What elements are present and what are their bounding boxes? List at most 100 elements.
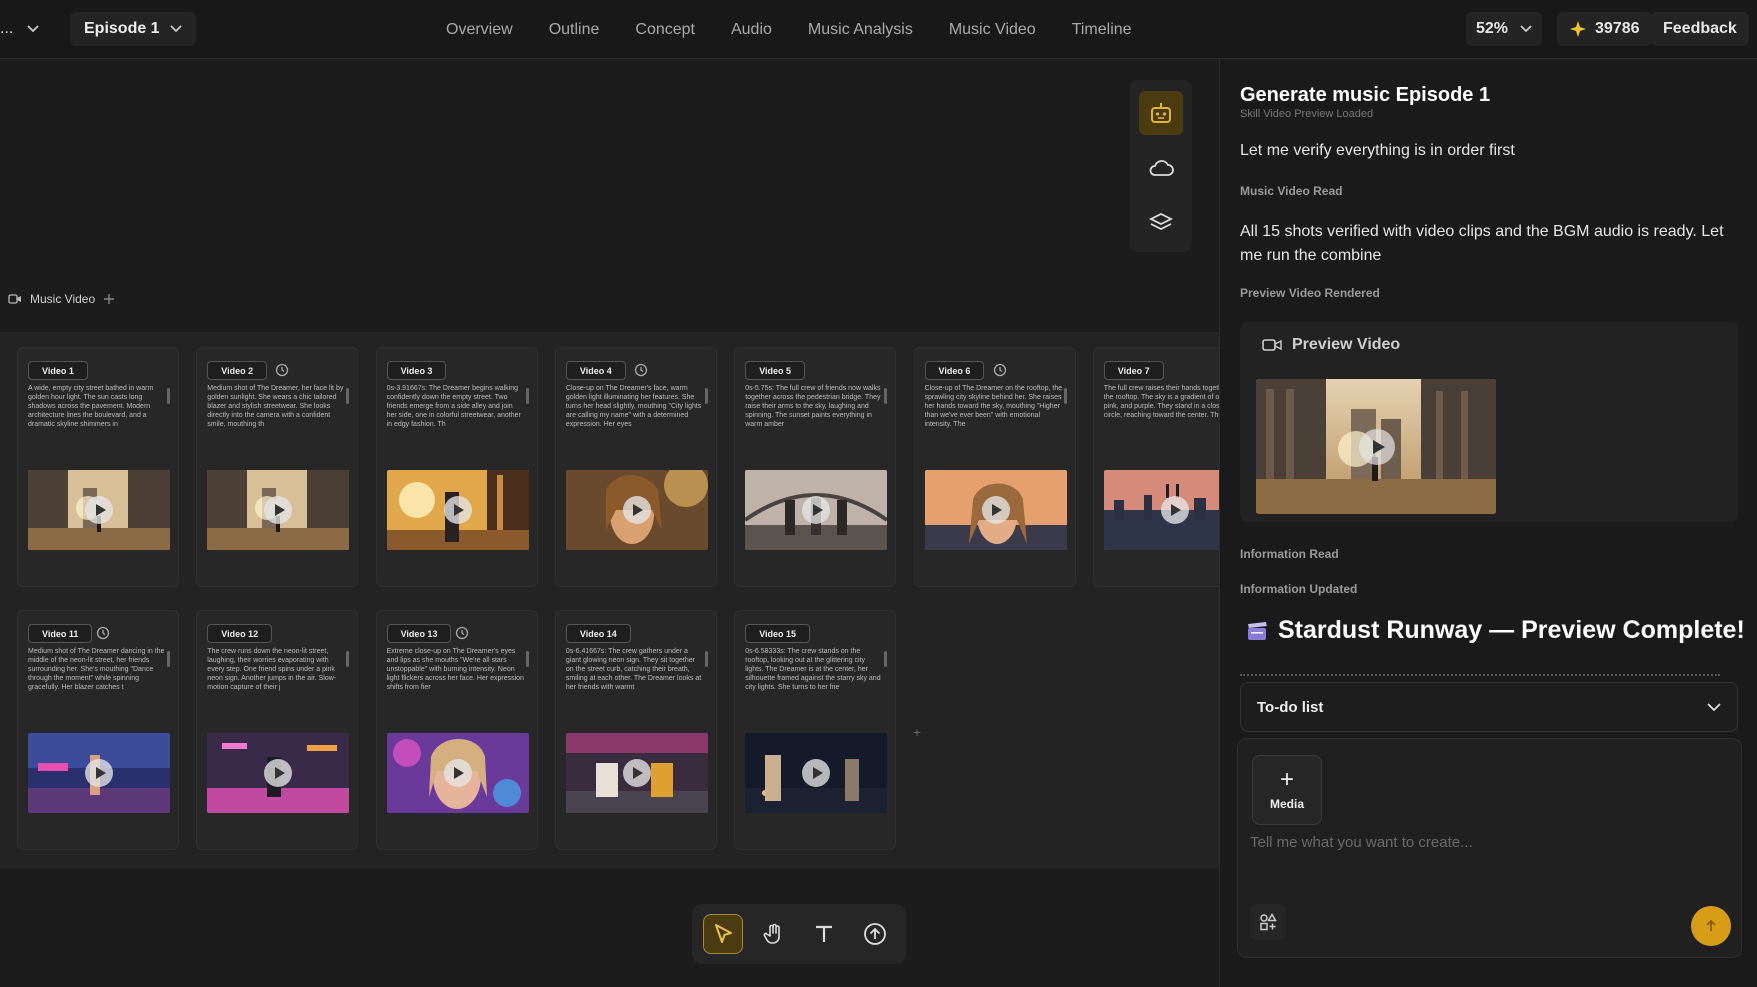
- video-card[interactable]: Video 12 The crew runs down the neon-lit …: [196, 610, 359, 850]
- plus-icon: +: [1279, 766, 1294, 793]
- video-card-description: Medium shot of The Dreamer, her face lit…: [207, 385, 344, 428]
- video-card[interactable]: Video 13 Extreme close-up on The Dreamer'…: [375, 610, 538, 850]
- tools-button[interactable]: [1250, 904, 1286, 940]
- video-card-description: The crew runs down the neon-lit street, …: [207, 648, 337, 691]
- text-icon: [816, 925, 833, 942]
- add-icon[interactable]: [103, 293, 115, 305]
- credits-count: 39786: [1595, 20, 1640, 37]
- play-icon[interactable]: [802, 496, 831, 524]
- video-card[interactable]: Video 1 A wide, empty city street bathed …: [17, 347, 179, 587]
- chevron-down-icon: [1520, 25, 1532, 33]
- video-thumbnail[interactable]: [207, 470, 350, 550]
- prompt-input[interactable]: [1250, 834, 1720, 874]
- hand-tool-button[interactable]: [754, 914, 794, 954]
- arrow-up-icon: [1706, 919, 1716, 931]
- nav-music-video[interactable]: Music Video: [949, 21, 1036, 39]
- add-media-button[interactable]: + Media: [1252, 755, 1322, 825]
- cursor-icon: [714, 924, 732, 943]
- scrollbar[interactable]: [525, 651, 529, 667]
- status-label-1: Music Video Read: [1240, 184, 1343, 198]
- video-card-description: 0s-3.91667s: The Dreamer begins walking …: [386, 385, 521, 428]
- video-thumbnail[interactable]: [386, 470, 529, 550]
- credits-badge[interactable]: 39786: [1557, 12, 1652, 46]
- scrollbar[interactable]: [884, 388, 888, 404]
- nav-audio[interactable]: Audio: [731, 21, 772, 39]
- video-thumbnail[interactable]: [28, 733, 170, 813]
- video-card-description: Close-up on The Dreamer's face, warm gol…: [565, 385, 702, 428]
- video-card-label: Video 11: [28, 624, 93, 643]
- video-thumbnail[interactable]: [386, 733, 529, 813]
- status-label-3: Information Read: [1240, 547, 1339, 561]
- play-icon[interactable]: [1359, 429, 1395, 465]
- shapes-icon: [1260, 913, 1277, 931]
- hand-icon: [763, 923, 780, 944]
- video-thumbnail[interactable]: [745, 470, 888, 550]
- cloud-icon: [1149, 160, 1174, 176]
- play-icon[interactable]: [622, 759, 651, 787]
- video-card[interactable]: Video 2 Medium shot of The Dreamer, her f…: [196, 347, 359, 587]
- todo-list-toggle[interactable]: To-do list: [1240, 682, 1738, 732]
- nav-music-analysis[interactable]: Music Analysis: [808, 21, 913, 39]
- layers-tool-button[interactable]: [1139, 201, 1183, 245]
- scrollbar[interactable]: [704, 388, 708, 404]
- scrollbar[interactable]: [346, 388, 350, 404]
- video-thumbnail[interactable]: [745, 733, 888, 813]
- upload-icon: [864, 923, 887, 945]
- agent-tool-button[interactable]: [1139, 91, 1183, 135]
- video-card[interactable]: Video 4 Close-up on The Dreamer's face, w…: [554, 347, 717, 587]
- completion-heading: Stardust Runway — Preview Complete!: [1246, 616, 1745, 645]
- media-label: Media: [1269, 797, 1304, 811]
- video-card[interactable]: Video 5 0s-5.75s: The full crew of friend…: [734, 347, 897, 587]
- scrollbar[interactable]: [167, 388, 170, 404]
- video-card-description: Medium shot of The Dreamer dancing in th…: [28, 648, 165, 691]
- preview-video-thumbnail[interactable]: [1256, 379, 1496, 514]
- select-tool-button[interactable]: [702, 914, 743, 954]
- nav-timeline[interactable]: Timeline: [1072, 21, 1132, 39]
- upload-tool-button[interactable]: [855, 914, 895, 954]
- video-card-label: Video 3: [386, 361, 447, 380]
- text-tool-button[interactable]: [804, 914, 844, 954]
- video-thumbnail[interactable]: [207, 733, 350, 813]
- video-card-label: Video 15: [745, 624, 811, 643]
- play-icon[interactable]: [85, 496, 113, 524]
- feedback-button[interactable]: Feedback: [1651, 12, 1749, 46]
- scrollbar[interactable]: [1063, 388, 1067, 404]
- play-icon[interactable]: [85, 759, 113, 787]
- video-thumbnail[interactable]: [28, 470, 170, 550]
- video-card[interactable]: Video 15 0s-6.58333s: The crew stands on …: [734, 610, 897, 850]
- scrollbar[interactable]: [525, 388, 529, 404]
- video-thumbnail[interactable]: [565, 733, 708, 813]
- scrollbar[interactable]: [704, 651, 708, 667]
- play-icon[interactable]: [443, 496, 472, 524]
- video-card[interactable]: Video 14 0s-6.41667s: The crew gathers un…: [554, 610, 717, 850]
- play-icon[interactable]: [802, 759, 831, 787]
- send-button[interactable]: [1691, 906, 1731, 946]
- chevron-down-icon: [1707, 702, 1721, 711]
- scrollbar[interactable]: [167, 651, 170, 667]
- project-switcher[interactable]: ...: [0, 14, 39, 44]
- video-card[interactable]: Video 6 Close-up of The Dreamer on the ro…: [913, 347, 1076, 587]
- video-thumbnail[interactable]: [565, 470, 708, 550]
- nav-overview[interactable]: Overview: [446, 21, 513, 39]
- play-icon[interactable]: [981, 496, 1010, 524]
- video-card-label: Video 7: [1103, 361, 1164, 380]
- nav-outline[interactable]: Outline: [549, 21, 600, 39]
- play-icon[interactable]: [622, 496, 651, 524]
- video-card[interactable]: Video 3 0s-3.91667s: The Dreamer begins w…: [375, 347, 538, 587]
- zoom-selector[interactable]: 52%: [1466, 12, 1543, 46]
- add-node-icon[interactable]: +: [913, 724, 921, 740]
- nav-concept[interactable]: Concept: [635, 21, 695, 39]
- video-icon: [1262, 339, 1282, 351]
- video-thumbnail[interactable]: [924, 470, 1067, 550]
- scrollbar[interactable]: [884, 651, 888, 667]
- cloud-tool-button[interactable]: [1139, 146, 1183, 190]
- video-card[interactable]: Video 7 The full crew raises their hands …: [1092, 347, 1219, 587]
- scrollbar[interactable]: [346, 651, 350, 667]
- play-icon[interactable]: [443, 759, 472, 787]
- preview-video-header: Preview Video: [1262, 336, 1400, 354]
- episode-selector[interactable]: Episode 1: [70, 12, 196, 46]
- play-icon[interactable]: [1160, 496, 1189, 524]
- frame-label[interactable]: Music Video: [8, 292, 115, 306]
- video-card[interactable]: Video 11 Medium shot of The Dreamer danci…: [17, 610, 179, 850]
- video-thumbnail[interactable]: [1103, 470, 1219, 550]
